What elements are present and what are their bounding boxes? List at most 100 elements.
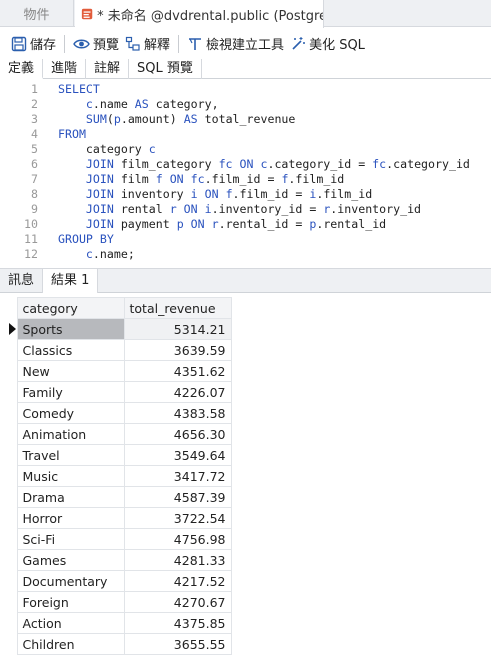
cell-total-revenue[interactable]: 4270.67 [123,591,232,613]
line-number: 1 [31,82,38,96]
cell-total-revenue[interactable]: 3722.54 [123,507,232,529]
cell-category[interactable]: Family [16,381,125,403]
cell-category[interactable]: Comedy [16,402,125,424]
code-line: 8 JOIN inventory i ON f.film_id = i.film… [0,187,491,202]
save-label: 儲存 [30,38,57,53]
table-row[interactable]: Music 3417.72 [8,465,232,487]
code-line: 2 c.name AS category, [0,97,491,112]
cell-total-revenue[interactable]: 4217.52 [123,570,232,592]
table-row[interactable]: Children 3655.55 [8,633,232,655]
line-number: 2 [31,97,38,111]
cell-total-revenue[interactable]: 4587.39 [123,486,232,508]
cell-category[interactable]: Travel [16,444,125,466]
cell-category[interactable]: Children [16,633,125,655]
table-row[interactable]: Sci-Fi 4756.98 [8,528,232,550]
table-row[interactable]: Drama 4587.39 [8,486,232,508]
cell-total-revenue[interactable]: 3549.64 [123,444,232,466]
cell-total-revenue[interactable]: 4756.98 [123,528,232,550]
query-builder-button[interactable]: 檢視建立工具 [184,32,287,56]
table-row[interactable]: New 4351.62 [8,360,232,382]
cell-total-revenue[interactable]: 4351.62 [123,360,232,382]
result-tabs: 訊息 結果 1 [0,268,491,293]
explain-button[interactable]: 解釋 [122,32,173,56]
explain-icon [125,36,140,51]
column-header-total-revenue[interactable]: total_revenue [123,297,232,319]
beautify-sql-button[interactable]: 美化 SQL [287,32,368,56]
cell-total-revenue[interactable]: 3655.55 [123,633,232,655]
tab-query[interactable]: * 未命名 @dvdrental.public (PostgreSQ... [75,0,324,28]
cell-total-revenue[interactable]: 4656.30 [123,423,232,445]
cell-category[interactable]: Action [16,612,125,634]
cell-total-revenue[interactable]: 4375.85 [123,612,232,634]
code-text: c.name AS category, [85,97,219,111]
line-number: 9 [31,202,38,216]
cell-total-revenue[interactable]: 4383.58 [123,402,232,424]
table-row[interactable]: Classics 3639.59 [8,339,232,361]
code-text: JOIN inventory i ON f.film_id = i.film_i… [85,187,373,201]
row-marker [8,465,18,487]
query-icon [81,8,93,20]
code-text: SELECT [58,82,100,96]
table-row[interactable]: Travel 3549.64 [8,444,232,466]
table-row[interactable]: Action 4375.85 [8,612,232,634]
table-row[interactable]: Documentary 4217.52 [8,570,232,592]
cell-total-revenue[interactable]: 4281.33 [123,549,232,571]
code-line: 5 category c [0,142,491,157]
cell-total-revenue[interactable]: 3417.72 [123,465,232,487]
tab-objects[interactable]: 物件 [0,0,74,27]
code-line: 7 JOIN film f ON fc.film_id = f.film_id [0,172,491,187]
row-marker [8,591,18,613]
save-button[interactable]: 儲存 [8,32,59,56]
tab-sql-preview[interactable]: SQL 預覽 [129,59,202,79]
line-number: 10 [24,217,38,231]
row-marker [8,318,18,340]
table-row[interactable]: Comedy 4383.58 [8,402,232,424]
cell-category[interactable]: Animation [16,423,125,445]
sql-editor[interactable]: 1 SELECT 2 c.name AS category, 3 SUM(p.amou… [0,80,491,266]
line-number: 7 [31,172,38,186]
row-marker-header [8,297,17,319]
tab-objects-label: 物件 [23,8,50,23]
table-row[interactable]: Foreign 4270.67 [8,591,232,613]
tab-definition[interactable]: 定義 [0,59,44,79]
row-marker [8,507,18,529]
tab-messages[interactable]: 訊息 [0,269,44,293]
magic-wand-icon [292,36,306,50]
cell-total-revenue[interactable]: 5314.21 [123,318,232,340]
preview-label: 預覽 [93,38,120,53]
cell-category[interactable]: Games [16,549,125,571]
tab-bar: 物件 * 未命名 @dvdrental.public (PostgreSQ... [0,0,491,28]
cell-total-revenue[interactable]: 3639.59 [123,339,232,361]
cell-category[interactable]: Music [16,465,125,487]
table-row[interactable]: Family 4226.07 [8,381,232,403]
line-number: 3 [31,112,38,126]
table-row[interactable]: Games 4281.33 [8,549,232,571]
code-text: JOIN payment p ON r.rental_id = p.rental… [85,217,387,231]
line-number: 6 [31,157,38,171]
row-marker [8,423,18,445]
cell-category[interactable]: Sports [16,318,125,340]
cell-category[interactable]: Sci-Fi [16,528,125,550]
row-marker [8,360,18,382]
code-line: 11 GROUP BY [0,232,491,247]
row-marker [8,486,18,508]
tab-advanced[interactable]: 進階 [43,59,87,79]
cell-category[interactable]: Foreign [16,591,125,613]
preview-button[interactable]: 預覽 [70,32,122,56]
column-header-category[interactable]: category [16,297,125,319]
toolbar-divider [64,34,66,53]
table-row[interactable]: Sports 5314.21 [8,318,232,340]
table-row[interactable]: Animation 4656.30 [8,423,232,445]
code-line: 9 JOIN rental r ON i.inventory_id = r.in… [0,202,491,217]
cell-category[interactable]: Drama [16,486,125,508]
save-icon [11,36,27,51]
tab-result-1[interactable]: 結果 1 [43,269,99,293]
cell-category[interactable]: Classics [16,339,125,361]
tab-comment[interactable]: 註解 [86,59,130,79]
row-marker [8,633,18,655]
cell-category[interactable]: Horror [16,507,125,529]
table-row[interactable]: Horror 3722.54 [8,507,232,529]
cell-total-revenue[interactable]: 4226.07 [123,381,232,403]
cell-category[interactable]: Documentary [16,570,125,592]
cell-category[interactable]: New [16,360,125,382]
